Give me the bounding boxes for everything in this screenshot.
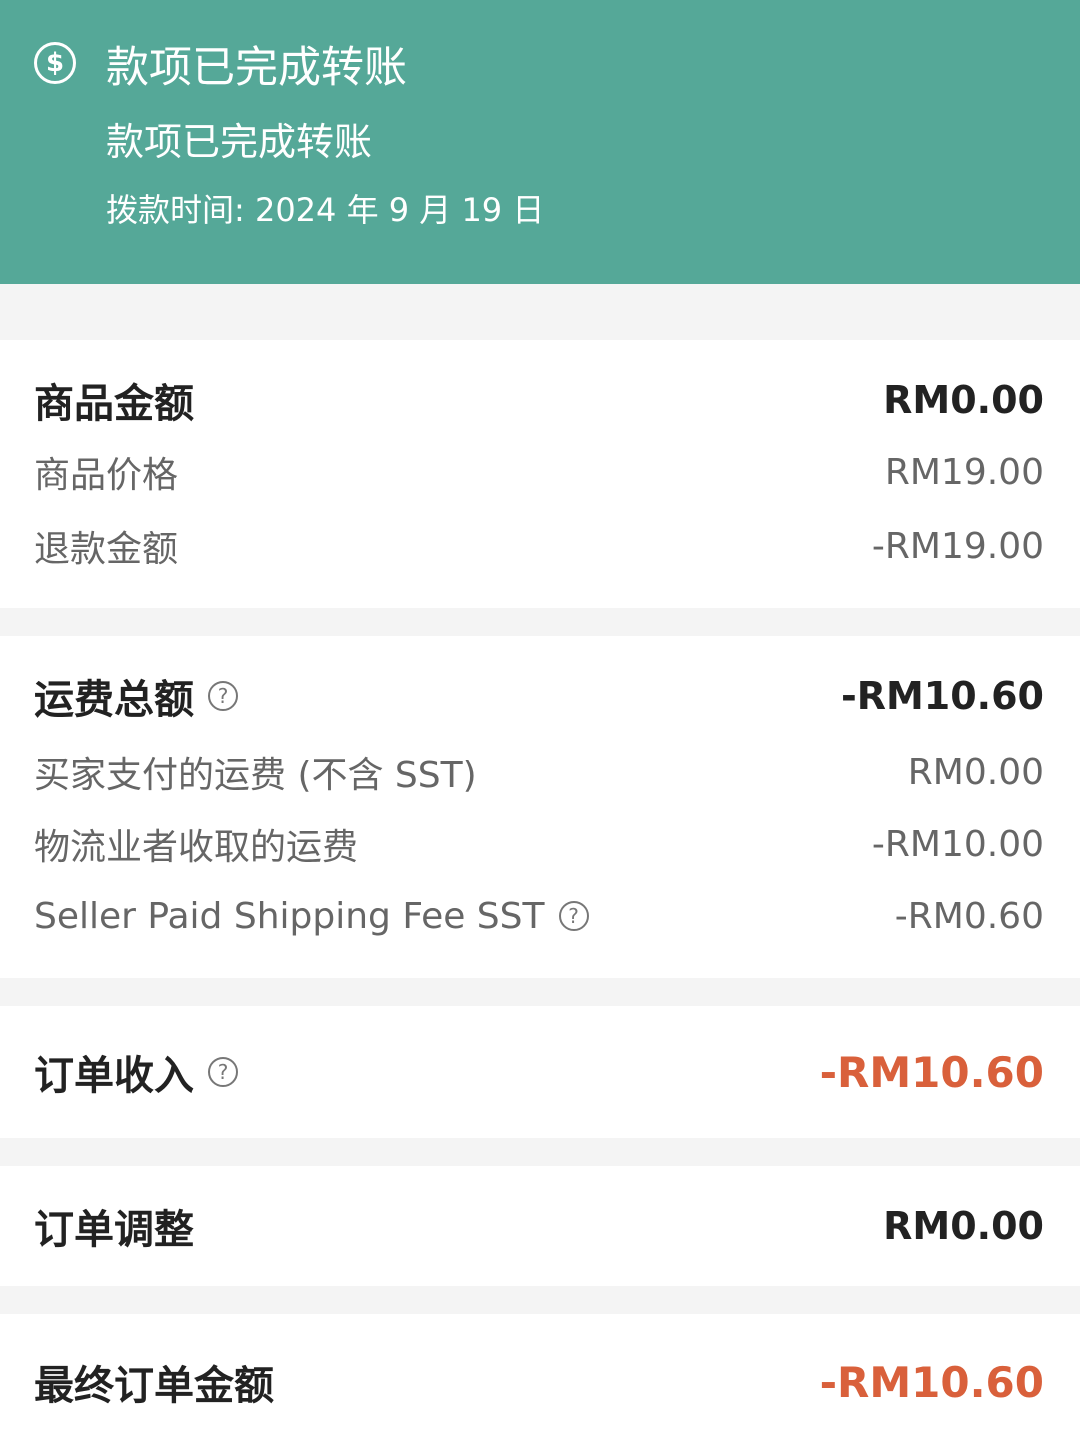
order-income-card: 订单收入 ? -RM10.60 (0, 1006, 1080, 1138)
shipping-sst-value: -RM0.60 (894, 895, 1044, 937)
item-price-label: 商品价格 (34, 455, 179, 496)
final-amount-label: 最终订单金额 (34, 1363, 274, 1409)
order-income-label-wrap: 订单收入 ? (34, 1043, 238, 1101)
refund-amount-value: -RM19.00 (871, 525, 1044, 567)
payout-status-banner: $ 款项已完成转账 款项已完成转账 拨款时间: 2024 年 9 月 19 日 (0, 0, 1080, 284)
order-income-row: 订单收入 ? -RM10.60 (34, 1042, 1044, 1102)
carrier-shipping-row: 物流业者收取的运费 -RM10.00 (34, 818, 1044, 870)
final-amount-card: 最终订单金额 -RM10.60 (0, 1314, 1080, 1440)
shipping-card: 运费总额 ? -RM10.60 买家支付的运费 (不含 SST) RM0.00 … (0, 636, 1080, 978)
merchandise-total-label: 商品金额 (34, 381, 194, 427)
shipping-total-label: 运费总额 (34, 677, 194, 723)
merchandise-card: 商品金额 RM0.00 商品价格 RM19.00 退款金额 -RM19.00 (0, 340, 1080, 608)
order-adjustment-value: RM0.00 (883, 1204, 1044, 1248)
carrier-shipping-label: 物流业者收取的运费 (34, 827, 359, 868)
item-price-row: 商品价格 RM19.00 (34, 446, 1044, 498)
shipping-total-row: 运费总额 ? -RM10.60 (34, 666, 1044, 726)
help-icon[interactable]: ? (558, 901, 589, 931)
order-income-value: -RM10.60 (819, 1047, 1044, 1097)
dollar-circle-icon: $ (34, 42, 76, 84)
carrier-shipping-value: -RM10.00 (871, 823, 1044, 865)
status-title: 款项已完成转账 (106, 43, 407, 93)
merchandise-total-row: 商品金额 RM0.00 (34, 372, 1044, 428)
final-amount-value: -RM10.60 (819, 1357, 1044, 1407)
order-adjustment-card: 订单调整 RM0.00 (0, 1166, 1080, 1286)
shipping-sst-row: Seller Paid Shipping Fee SST ? -RM0.60 (34, 890, 1044, 942)
order-adjustment-label: 订单调整 (34, 1207, 194, 1253)
refund-amount-label: 退款金额 (34, 529, 179, 570)
buyer-shipping-value: RM0.00 (907, 751, 1044, 793)
shipping-sst-label: Seller Paid Shipping Fee SST (34, 895, 545, 937)
help-icon[interactable]: ? (208, 1057, 238, 1087)
shipping-sst-label-wrap: Seller Paid Shipping Fee SST ? (34, 896, 589, 937)
shipping-total-value: -RM10.60 (840, 674, 1044, 718)
shipping-total-label-wrap: 运费总额 ? (34, 667, 238, 725)
payout-date: 拨款时间: 2024 年 9 月 19 日 (106, 191, 545, 229)
final-amount-row: 最终订单金额 -RM10.60 (34, 1352, 1044, 1412)
order-adjustment-row: 订单调整 RM0.00 (34, 1196, 1044, 1256)
status-subtitle: 款项已完成转账 (106, 120, 373, 164)
item-price-value: RM19.00 (884, 451, 1044, 493)
merchandise-total-value: RM0.00 (883, 378, 1044, 422)
buyer-shipping-label: 买家支付的运费 (不含 SST) (34, 755, 477, 796)
help-icon[interactable]: ? (208, 681, 238, 711)
buyer-shipping-row: 买家支付的运费 (不含 SST) RM0.00 (34, 746, 1044, 798)
refund-amount-row: 退款金额 -RM19.00 (34, 520, 1044, 572)
order-income-label: 订单收入 (34, 1053, 194, 1099)
